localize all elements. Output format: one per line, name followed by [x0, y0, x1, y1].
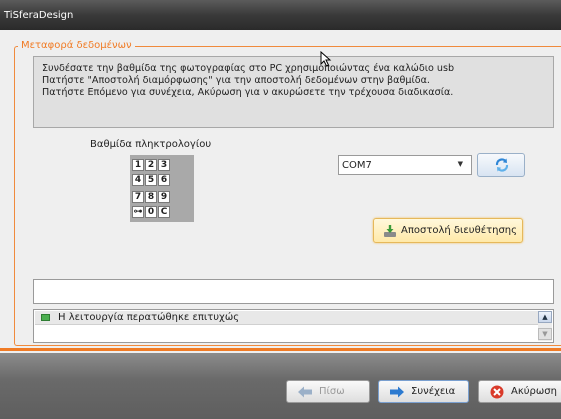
keypad-key: 1 [132, 159, 144, 171]
com-port-value: COM7 [342, 160, 372, 171]
keypad-key: 3 [158, 159, 170, 171]
success-indicator-icon [41, 314, 50, 321]
footer-bar: Πίσω Συνέχεια Ακύρωση [0, 353, 561, 419]
cancel-icon [490, 385, 504, 399]
instruction-line: Συνδέσατε την βαθμίδα της φωτογραφίας στ… [42, 63, 455, 74]
window-title: TiSferaDesign [4, 10, 74, 21]
send-configuration-button[interactable]: Αποστολή διευθέτησης [373, 218, 523, 243]
keypad-key: ⊶ [132, 206, 144, 218]
keypad-key: 9 [158, 191, 170, 203]
com-port-select[interactable]: COM7 ▼ [338, 155, 472, 175]
keypad-key: 0 [145, 206, 157, 218]
title-bar: TiSferaDesign [0, 0, 561, 30]
status-text-field[interactable] [33, 279, 554, 304]
keypad-key: 4 [132, 174, 144, 186]
keypad-key: 5 [145, 174, 157, 186]
chevron-down-icon: ▼ [457, 160, 463, 168]
next-label: Συνέχεια [411, 386, 456, 397]
keypad-key: 2 [145, 159, 157, 171]
instruction-line: Πατήστε "Αποστολή διαμόρφωσης" για την α… [42, 75, 430, 86]
back-label: Πίσω [319, 386, 345, 397]
instruction-line: Πατήστε Επόμενο για συνέχεια, Ακύρωση γι… [42, 87, 454, 98]
send-configuration-label: Αποστολή διευθέτησης [401, 225, 518, 236]
refresh-icon [495, 158, 509, 172]
keypad-key: 7 [132, 191, 144, 203]
next-button[interactable]: Συνέχεια [378, 380, 469, 403]
cancel-label: Ακύρωση [511, 386, 557, 397]
keypad-key: 6 [158, 174, 170, 186]
divider [0, 348, 561, 351]
keypad-image: 1 2 3 4 5 6 7 8 9 ⊶ 0 C [130, 155, 194, 222]
refresh-ports-button[interactable] [477, 153, 525, 177]
log-entry: Η λειτουργία περατώθηκε επιτυχώς [35, 311, 538, 325]
log-scrollbar[interactable]: ▲ ▼ [538, 311, 552, 341]
scroll-up-button[interactable]: ▲ [538, 311, 552, 323]
scroll-down-button[interactable]: ▼ [538, 328, 552, 340]
keypad-key: C [158, 206, 170, 218]
next-arrow-icon [390, 386, 404, 398]
keypad-key: 8 [145, 191, 157, 203]
group-legend: Μεταφορά δεδομένων [18, 40, 135, 51]
instructions-panel: Συνδέσατε την βαθμίδα της φωτογραφίας στ… [33, 56, 554, 128]
app-window: TiSferaDesign Μεταφορά δεδομένων Συνδέσα… [0, 0, 561, 419]
operation-log: Η λειτουργία περατώθηκε επιτυχώς ▲ ▼ [33, 309, 554, 343]
send-icon [384, 225, 396, 237]
keypad-label: Βαθμίδα πληκτρολογίου [90, 139, 212, 150]
back-button[interactable]: Πίσω [286, 380, 370, 403]
log-entry-text: Η λειτουργία περατώθηκε επιτυχώς [58, 312, 240, 323]
mouse-cursor-icon [320, 51, 332, 67]
back-arrow-icon [298, 386, 312, 398]
cancel-button[interactable]: Ακύρωση [478, 380, 561, 403]
